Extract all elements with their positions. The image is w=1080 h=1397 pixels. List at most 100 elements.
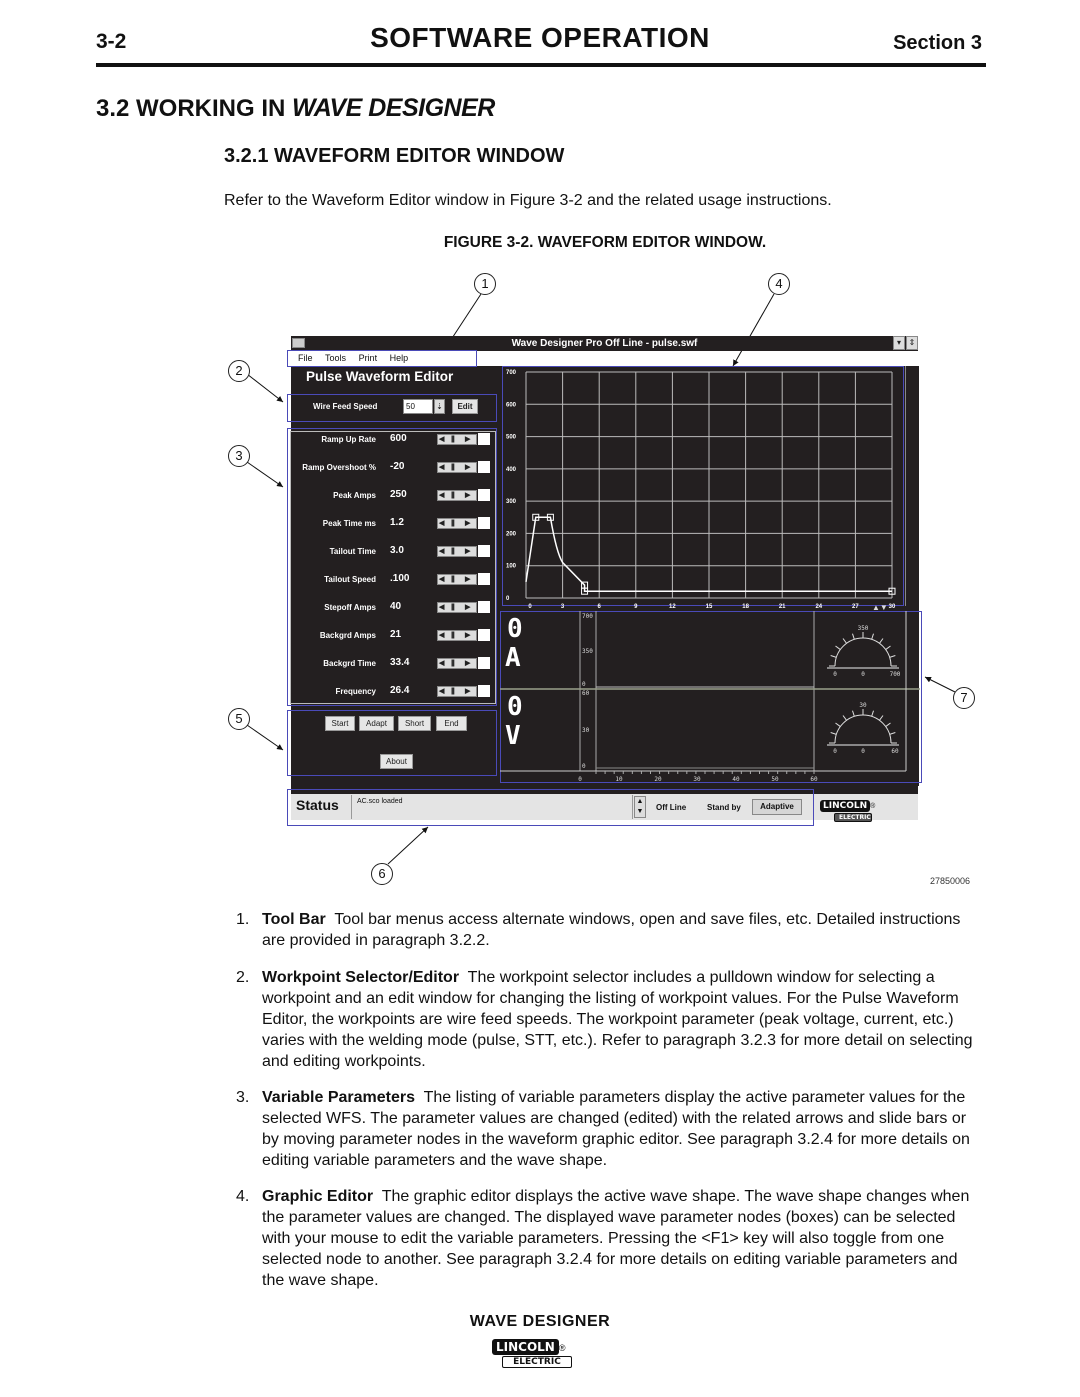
item-number: 2.: [236, 969, 250, 986]
parameter-lock-checkbox[interactable]: [478, 629, 490, 641]
slider-track[interactable]: |||: [451, 519, 455, 528]
status-scrollbar[interactable]: ▲ ▼: [634, 796, 646, 818]
arrow-right-icon[interactable]: ▶: [465, 463, 470, 472]
parameter-slider[interactable]: ◀ ||| ▶: [437, 546, 477, 557]
menu-print[interactable]: Print: [359, 351, 378, 365]
arrow-left-icon[interactable]: ◀: [439, 463, 444, 472]
restore-button[interactable]: ⇕: [906, 336, 918, 350]
parameter-label: Peak Time ms: [322, 519, 376, 528]
parameter-lock-checkbox[interactable]: [478, 685, 490, 697]
arrow-right-icon[interactable]: ▶: [465, 491, 470, 500]
parameter-slider[interactable]: ◀ ||| ▶: [437, 574, 477, 585]
amps-gauge-arc: [834, 637, 892, 667]
parameter-row: Backgrd Amps 21 ◀ ||| ▶: [288, 629, 498, 643]
slider-track[interactable]: |||: [451, 463, 455, 472]
system-menu-button[interactable]: [292, 338, 305, 348]
arrow-right-icon[interactable]: ▶: [465, 603, 470, 612]
arrow-left-icon[interactable]: ◀: [439, 491, 444, 500]
start-button[interactable]: Start: [325, 716, 355, 731]
scroll-down-icon[interactable]: ▼: [635, 807, 645, 817]
status-message: AC.sco loaded: [351, 795, 633, 819]
slider-track[interactable]: |||: [451, 547, 455, 556]
arrow-right-icon[interactable]: ▶: [465, 519, 470, 528]
parameter-slider[interactable]: ◀ ||| ▶: [437, 462, 477, 473]
adapt-button[interactable]: Adapt: [359, 716, 394, 731]
amps-gauge-tick: [830, 655, 837, 658]
arrow-right-icon[interactable]: ▶: [465, 575, 470, 584]
waveform-graph[interactable]: 0 3 6 9 12 15 18 21 24 27 300100200300400500600700…: [502, 366, 904, 612]
y-tick-label: 400: [506, 467, 517, 473]
workpoint-dropdown-button[interactable]: ⇣: [434, 399, 445, 414]
menu-help[interactable]: Help: [390, 351, 409, 365]
scroll-up-icon[interactable]: ▲: [635, 797, 645, 807]
arrow-right-icon[interactable]: ▶: [465, 435, 470, 444]
end-button[interactable]: End: [436, 716, 467, 731]
parameter-value: .100: [390, 573, 410, 584]
parameter-lock-checkbox[interactable]: [478, 489, 490, 501]
description-item: 4. Graphic Editor The graphic editor disp…: [236, 1186, 981, 1291]
figure-id: 27850006: [930, 876, 971, 886]
arrow-left-icon[interactable]: ◀: [439, 631, 444, 640]
parameter-slider[interactable]: ◀ ||| ▶: [437, 658, 477, 669]
amps-gauge-tick: [879, 638, 884, 644]
parameter-lock-checkbox[interactable]: [478, 657, 490, 669]
about-button[interactable]: About: [380, 754, 413, 769]
arrow-left-icon[interactable]: ◀: [439, 547, 444, 556]
menu-file[interactable]: File: [298, 351, 313, 365]
parameter-slider[interactable]: ◀ ||| ▶: [437, 490, 477, 501]
parameter-lock-checkbox[interactable]: [478, 461, 490, 473]
arrow-right-icon[interactable]: ▶: [465, 547, 470, 556]
parameter-slider[interactable]: ◀ ||| ▶: [437, 518, 477, 529]
parameter-lock-checkbox[interactable]: [478, 573, 490, 585]
x-tick-label: 24: [815, 604, 822, 610]
parameter-slider[interactable]: ◀ ||| ▶: [437, 602, 477, 613]
x-tick-label: 0: [528, 604, 532, 610]
arrow-right-icon[interactable]: ▶: [465, 631, 470, 640]
adaptive-button[interactable]: Adaptive: [752, 799, 802, 815]
leader-6: [387, 826, 429, 865]
slider-track[interactable]: |||: [451, 659, 455, 668]
parameter-slider[interactable]: ◀ ||| ▶: [437, 686, 477, 697]
volts-gauge-right: 60: [891, 748, 899, 755]
parameter-lock-checkbox[interactable]: [478, 517, 490, 529]
arrow-left-icon[interactable]: ◀: [439, 603, 444, 612]
x-tick-label: 21: [779, 604, 786, 610]
time-axis-tick: 0: [578, 776, 582, 783]
amps-gauge-tick: [842, 638, 847, 644]
short-button[interactable]: Short: [398, 716, 431, 731]
parameter-lock-checkbox[interactable]: [478, 601, 490, 613]
parameter-lock-checkbox[interactable]: [478, 545, 490, 557]
slider-track[interactable]: |||: [451, 687, 455, 696]
arrow-left-icon[interactable]: ◀: [439, 435, 444, 444]
minimize-button[interactable]: ▾: [893, 336, 905, 350]
arrow-right-icon[interactable]: ▶: [465, 659, 470, 668]
arrow-right-icon[interactable]: ▶: [465, 687, 470, 696]
parameter-label: Peak Amps: [333, 491, 376, 500]
slider-track[interactable]: |||: [451, 631, 455, 640]
parameter-lock-checkbox[interactable]: [478, 433, 490, 445]
arrow-left-icon[interactable]: ◀: [439, 659, 444, 668]
volts-gauge-tick: [889, 732, 896, 735]
arrow-left-icon[interactable]: ◀: [439, 687, 444, 696]
menu-tools[interactable]: Tools: [325, 351, 346, 365]
slider-track[interactable]: |||: [451, 491, 455, 500]
leader-3: [246, 461, 284, 488]
volts-gauge-tick: [835, 722, 841, 727]
arrow-left-icon[interactable]: ◀: [439, 519, 444, 528]
parameter-value: 3.0: [390, 545, 404, 556]
arrow-left-icon[interactable]: ◀: [439, 575, 444, 584]
amps-gauge-tick: [871, 633, 874, 640]
callout-4: 4: [768, 273, 790, 295]
parameter-label: Frequency: [335, 687, 376, 696]
workpoint-edit-button[interactable]: Edit: [452, 399, 478, 414]
workpoint-input[interactable]: 50: [403, 399, 433, 414]
callout-6: 6: [371, 863, 393, 885]
parameter-value: 21: [390, 629, 402, 640]
parameter-slider[interactable]: ◀ ||| ▶: [437, 630, 477, 641]
slider-track[interactable]: |||: [451, 575, 455, 584]
slider-track[interactable]: |||: [451, 435, 455, 444]
window-title-bar: Wave Designer Pro Off Line - pulse.swf: [291, 336, 918, 351]
parameter-row: Frequency 26.4 ◀ ||| ▶: [288, 685, 498, 699]
parameter-slider[interactable]: ◀ ||| ▶: [437, 434, 477, 445]
slider-track[interactable]: |||: [451, 603, 455, 612]
